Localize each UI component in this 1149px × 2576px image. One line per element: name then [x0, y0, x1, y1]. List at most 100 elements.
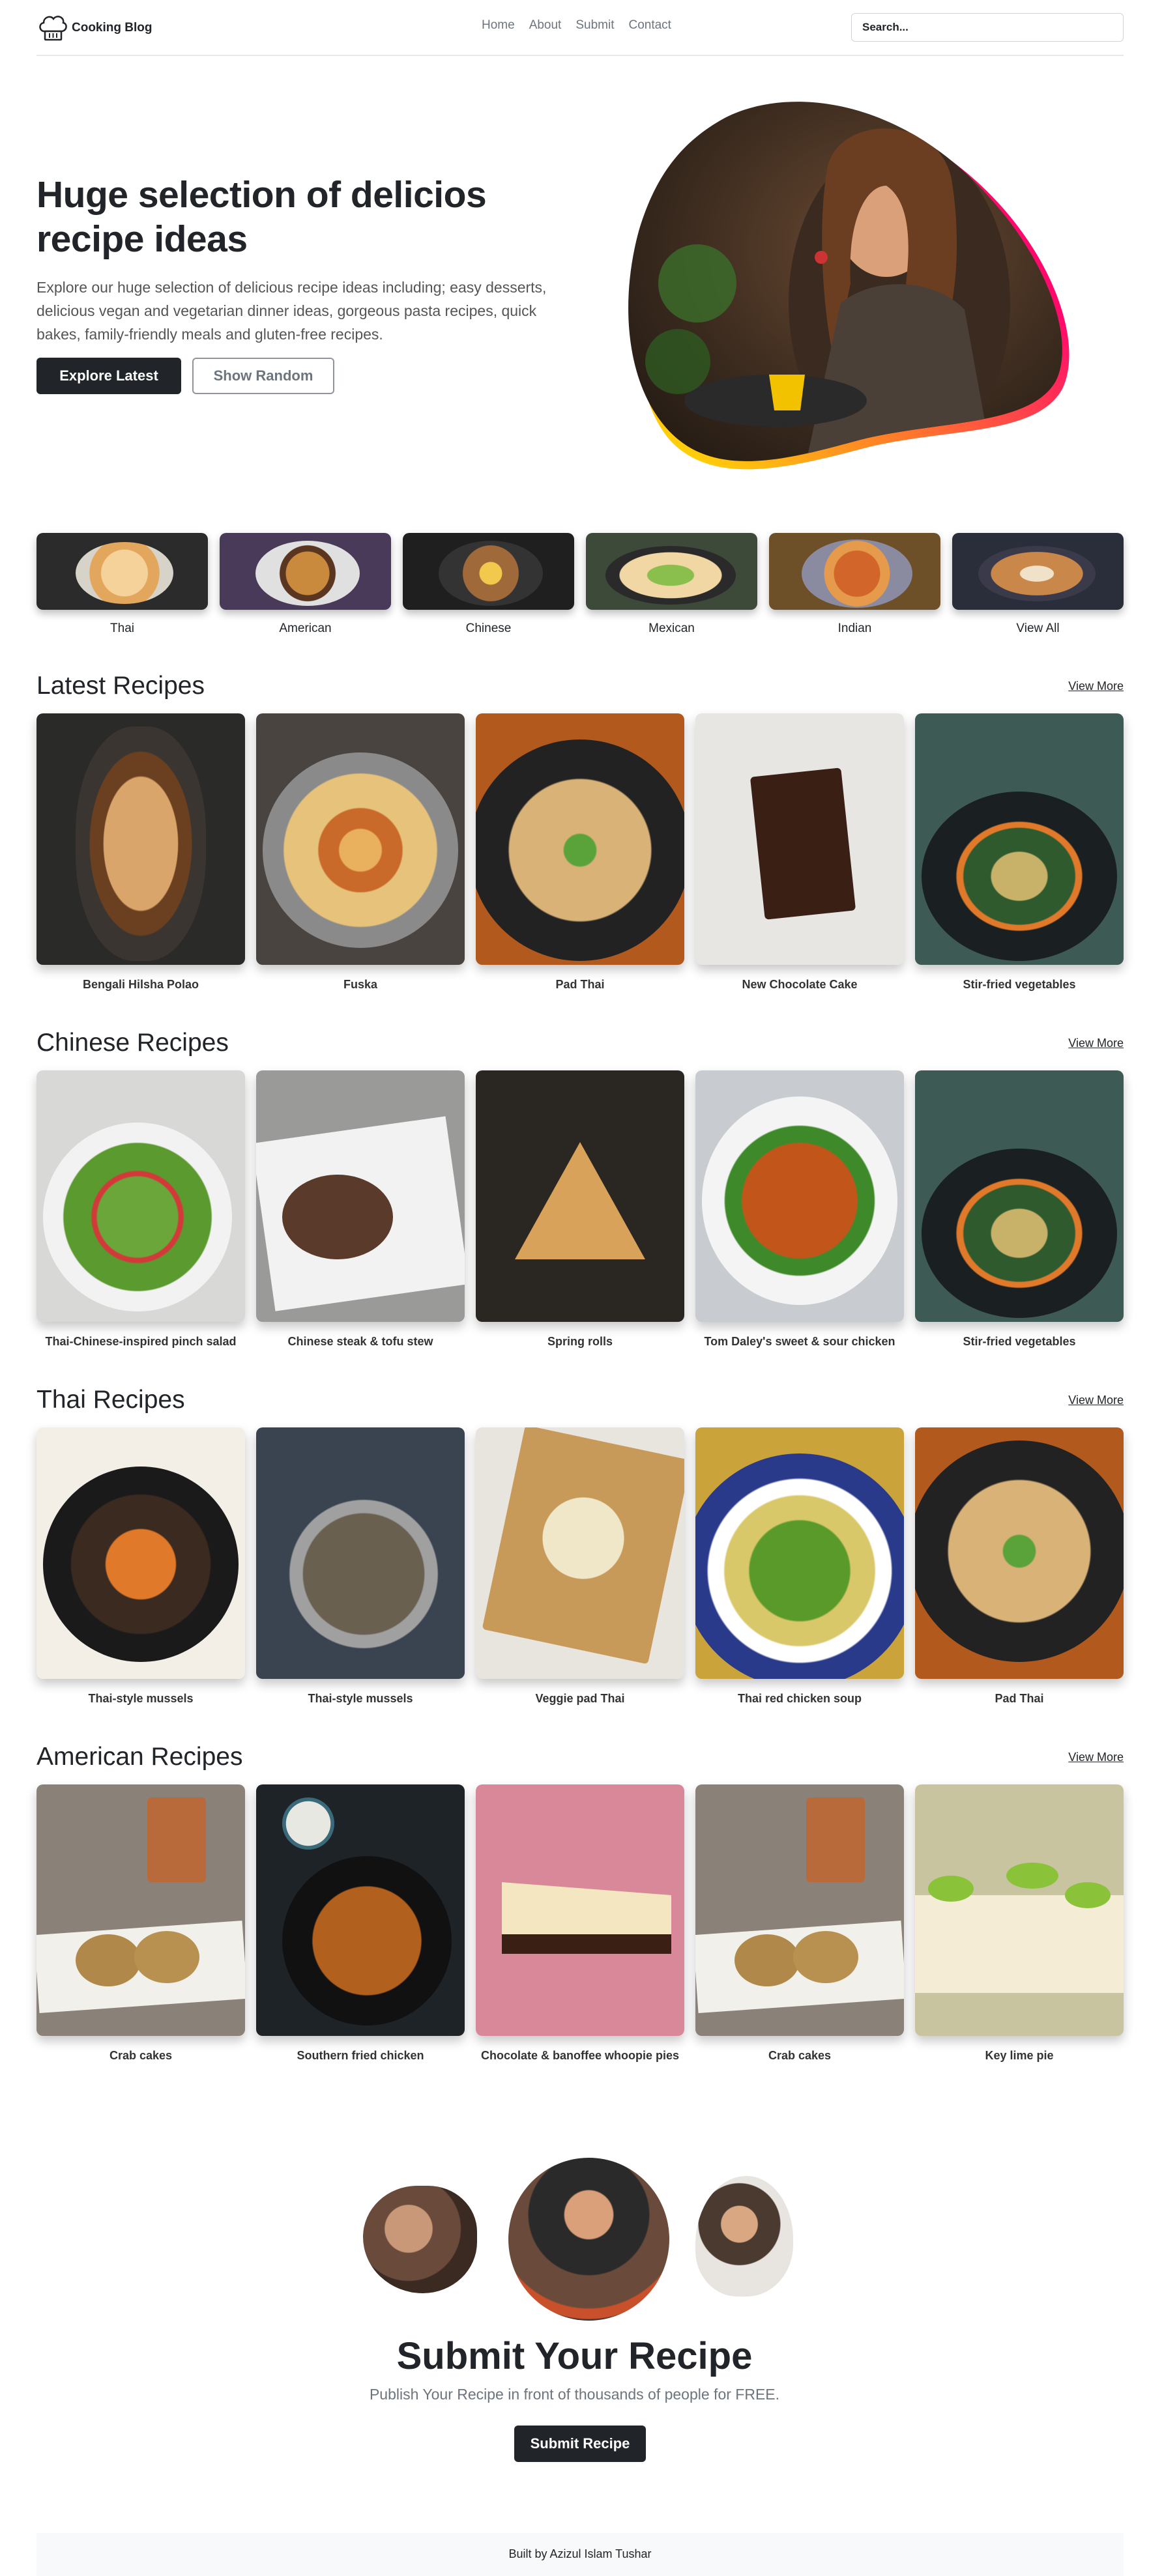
logo-link[interactable]: Cooking Blog [36, 12, 152, 44]
view-more-link[interactable]: View More [1068, 1037, 1124, 1050]
recipe-image [256, 1070, 465, 1322]
recipe-card[interactable]: Crab cakes [695, 1784, 904, 2063]
recipe-image [36, 1070, 245, 1322]
submit-description: Publish Your Recipe in front of thousand… [369, 2386, 780, 2403]
recipe-card[interactable]: Tom Daley's sweet & sour chicken [695, 1070, 904, 1349]
recipe-title: Crab cakes [109, 2049, 173, 2062]
recipe-card[interactable]: Thai red chicken soup [695, 1427, 904, 1706]
recipe-title: Thai red chicken soup [737, 1692, 862, 1705]
recipe-card[interactable]: Pad Thai [915, 1427, 1124, 1706]
recipe-title: Key lime pie [985, 2049, 1054, 2062]
submit-image-right [695, 2176, 793, 2297]
view-more-link[interactable]: View More [1068, 1751, 1124, 1764]
category-indian[interactable]: Indian [769, 533, 940, 636]
recipe-title: Spring rolls [547, 1335, 613, 1348]
recipe-title: Thai-Chinese-inspired pinch salad [45, 1335, 237, 1348]
recipe-card[interactable]: Fuska [256, 713, 465, 992]
recipe-card[interactable]: Pad Thai [476, 713, 684, 992]
recipe-title: Veggie pad Thai [535, 1692, 625, 1705]
recipe-image [695, 1784, 904, 2036]
explore-latest-button[interactable]: Explore Latest [36, 358, 181, 394]
recipe-image [36, 713, 245, 965]
recipe-card[interactable]: Chocolate & banoffee whoopie pies [476, 1784, 684, 2063]
recipe-title: New Chocolate Cake [742, 978, 858, 991]
recipe-image [256, 713, 465, 965]
main-nav: Home About Submit Contact [482, 18, 671, 33]
recipe-card[interactable]: Stir-fried vegetables [915, 1070, 1124, 1349]
nav-submit[interactable]: Submit [575, 18, 614, 33]
submit-recipe-button[interactable]: Submit Recipe [514, 2426, 646, 2462]
submit-title: Submit Your Recipe [396, 2335, 753, 2377]
nav-home[interactable]: Home [482, 18, 515, 33]
category-thai-image [36, 533, 208, 610]
recipe-image [476, 1784, 684, 2036]
recipe-image [915, 1070, 1124, 1322]
section-title: American Recipes [36, 1743, 243, 1771]
recipe-title: Crab cakes [768, 2049, 832, 2062]
recipe-title: Pad Thai [995, 1692, 1044, 1705]
recipe-card[interactable]: Crab cakes [36, 1784, 245, 2063]
recipe-title: Bengali Hilsha Polao [82, 978, 199, 991]
recipe-card[interactable]: Spring rolls [476, 1070, 684, 1349]
recipe-image [256, 1427, 465, 1679]
recipe-card[interactable]: Bengali Hilsha Polao [36, 713, 245, 992]
view-more-link[interactable]: View More [1068, 680, 1124, 693]
category-mexican-image [586, 533, 757, 610]
search-input[interactable] [851, 13, 1124, 42]
category-chinese-image [403, 533, 574, 610]
recipe-image [915, 713, 1124, 965]
category-indian-image [769, 533, 940, 610]
recipe-card[interactable]: Veggie pad Thai [476, 1427, 684, 1706]
recipe-card[interactable]: Chinese steak & tofu stew [256, 1070, 465, 1349]
show-random-button[interactable]: Show Random [192, 358, 334, 394]
recipe-title: Thai-style mussels [308, 1692, 413, 1705]
hero-image [628, 102, 1069, 470]
recipe-image [36, 1784, 245, 2036]
recipe-image [695, 713, 904, 965]
category-label: Mexican [648, 622, 695, 635]
recipe-image [476, 713, 684, 965]
recipe-card[interactable]: Thai-style mussels [36, 1427, 245, 1706]
recipe-title: Chocolate & banoffee whoopie pies [480, 2049, 680, 2062]
section-title: Latest Recipes [36, 672, 205, 700]
logo-text: Cooking Blog [72, 21, 153, 35]
recipe-image [256, 1784, 465, 2036]
recipe-title: Stir-fried vegetables [963, 1335, 1076, 1348]
recipe-title: Fuska [343, 978, 378, 991]
recipe-title: Thai-style mussels [88, 1692, 194, 1705]
recipe-image [36, 1427, 245, 1679]
category-chinese[interactable]: Chinese [403, 533, 574, 636]
section-title: Chinese Recipes [36, 1029, 229, 1057]
footer-credit: Built by Azizul Islam Tushar [508, 2547, 652, 2560]
hero-title: Huge selection of delicios recipe ideas [36, 174, 487, 260]
category-strip: Thai American Chinese Mexican Indian Vie… [36, 533, 1124, 636]
recipe-card[interactable]: New Chocolate Cake [695, 713, 904, 992]
category-label: Chinese [465, 622, 512, 635]
recipe-image [915, 1427, 1124, 1679]
submit-image-left [363, 2186, 477, 2293]
category-thai[interactable]: Thai [36, 533, 208, 636]
recipe-title: Tom Daley's sweet & sour chicken [704, 1335, 895, 1348]
category-label: American [279, 622, 332, 635]
recipe-title: Pad Thai [555, 978, 605, 991]
recipe-title: Chinese steak & tofu stew [287, 1335, 433, 1348]
chef-hat-icon [39, 16, 67, 41]
recipe-card[interactable]: Thai-style mussels [256, 1427, 465, 1706]
recipe-card[interactable]: Key lime pie [915, 1784, 1124, 2063]
recipe-title: Southern fried chicken [297, 2049, 424, 2062]
recipe-image [476, 1427, 684, 1679]
category-view-all-image [952, 533, 1124, 610]
category-mexican[interactable]: Mexican [586, 533, 757, 636]
recipe-card[interactable]: Thai-Chinese-inspired pinch salad [36, 1070, 245, 1349]
recipe-card[interactable]: Southern fried chicken [256, 1784, 465, 2063]
nav-about[interactable]: About [529, 18, 562, 33]
recipe-card[interactable]: Stir-fried vegetables [915, 713, 1124, 992]
site-header: Cooking Blog Home About Submit Contact [36, 0, 1124, 56]
category-american[interactable]: American [220, 533, 391, 636]
category-view-all[interactable]: View All [952, 533, 1124, 636]
view-more-link[interactable]: View More [1068, 1394, 1124, 1407]
section-title: Thai Recipes [36, 1386, 185, 1414]
category-american-image [220, 533, 391, 610]
nav-contact[interactable]: Contact [628, 18, 671, 33]
hero-description: Explore our huge selection of delicious … [36, 279, 547, 343]
